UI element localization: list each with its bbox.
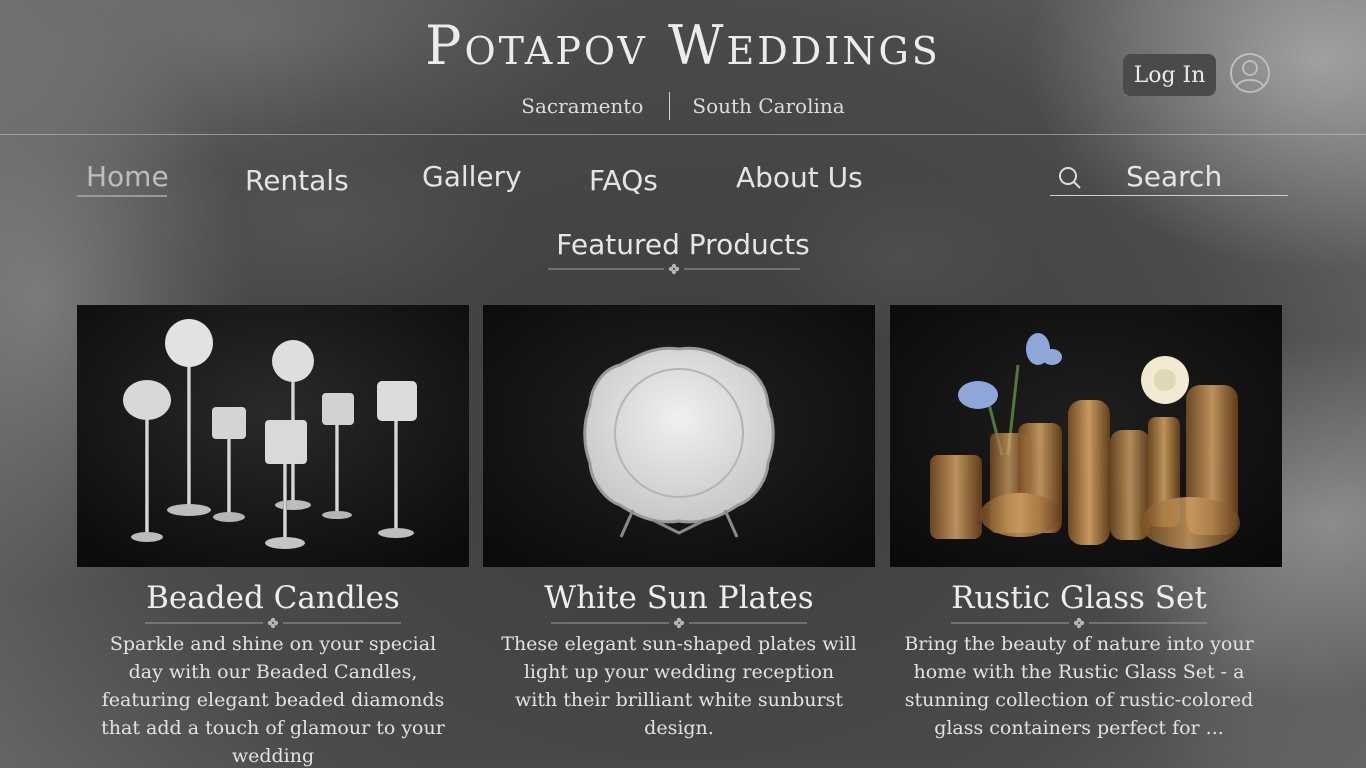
product-ornament: [951, 617, 1207, 629]
featured-products-title: Featured Products: [556, 228, 810, 261]
product-title-beaded-candles[interactable]: Beaded Candles: [77, 580, 469, 616]
product-title-white-sun-plates[interactable]: White Sun Plates: [483, 580, 875, 616]
nav-rentals[interactable]: Rentals: [245, 164, 349, 197]
search-box[interactable]: [1050, 156, 1288, 196]
product-ornament: [145, 617, 401, 629]
login-button[interactable]: Log In: [1123, 54, 1216, 96]
nav-about-us[interactable]: About Us: [736, 161, 863, 194]
product-ornament: [551, 617, 807, 629]
search-icon[interactable]: [1058, 166, 1082, 190]
product-description-white-sun-plates: These elegant sun-shaped plates will lig…: [501, 633, 857, 739]
location-south-carolina[interactable]: South Carolina: [692, 94, 844, 118]
product-description-rustic-glass-set: Bring the beauty of nature into your hom…: [904, 633, 1254, 739]
product-title-rustic-glass-set[interactable]: Rustic Glass Set: [883, 580, 1275, 616]
white-sun-plate-image: [483, 305, 875, 567]
location-divider: [669, 92, 671, 120]
locations: Sacramento South Carolina: [0, 92, 1366, 120]
nav-faqs[interactable]: FAQs: [589, 164, 658, 197]
beaded-candles-image: [77, 305, 469, 567]
product-description-beaded-candles: Sparkle and shine on your special day wi…: [101, 633, 445, 767]
title-ornament: [548, 263, 800, 275]
nav-active-underline: [77, 195, 167, 197]
nav-gallery[interactable]: Gallery: [422, 160, 522, 193]
search-input[interactable]: [1126, 158, 1286, 194]
location-sacramento[interactable]: Sacramento: [521, 94, 643, 118]
product-image-white-sun-plates[interactable]: [483, 305, 875, 567]
product-image-rustic-glass-set[interactable]: [890, 305, 1282, 567]
nav-home[interactable]: Home: [86, 160, 169, 193]
header-divider: [0, 134, 1366, 135]
user-account-icon[interactable]: [1228, 51, 1272, 95]
rustic-glass-set-image: [890, 305, 1282, 567]
product-image-beaded-candles[interactable]: [77, 305, 469, 567]
